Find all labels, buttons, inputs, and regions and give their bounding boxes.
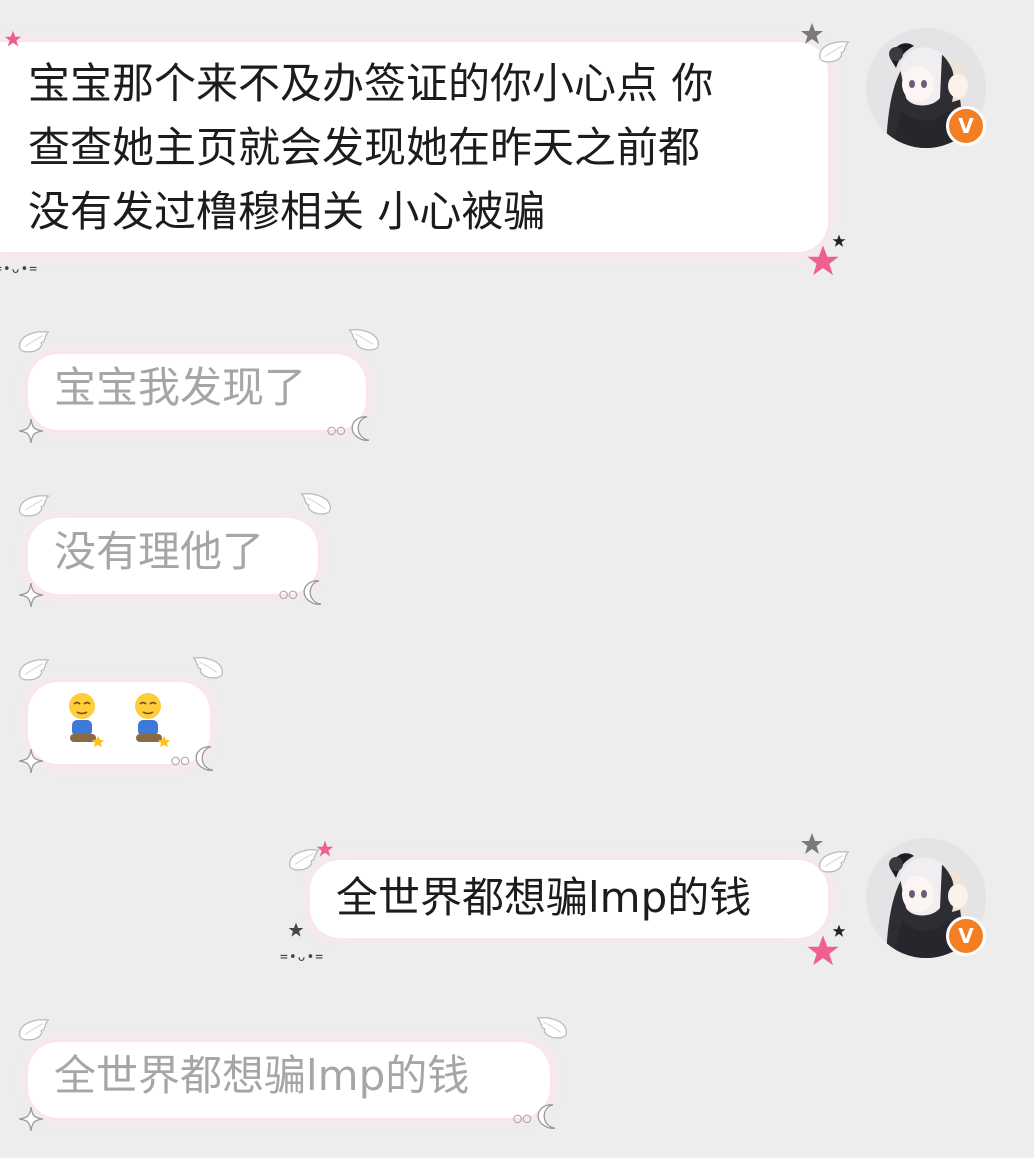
wing-icon [298, 490, 334, 518]
wing-icon [190, 654, 226, 682]
message-bubble[interactable]: 没有理他了 [28, 518, 318, 594]
kneeling-person-emoji-icon [135, 693, 170, 747]
wing-icon [346, 326, 382, 354]
message-bubble[interactable]: 宝宝我发现了 [28, 354, 366, 430]
message-text: 宝宝我发现了 [54, 363, 307, 412]
pink-star-icon [4, 30, 22, 48]
verified-badge-icon: V [946, 106, 986, 146]
wing-icon [16, 1016, 52, 1044]
pink-star-icon [806, 244, 840, 278]
verified-badge-icon: V [946, 916, 986, 956]
sparkle-icon [18, 418, 44, 444]
message-bubble[interactable]: 宝宝那个来不及办签证的你小心点 你 查查她主页就会发现她在昨天之前都 没有发过橹… [0, 42, 828, 252]
message-text-line: 查查她主页就会发现她在昨天之前都 [28, 123, 701, 172]
kneeling-person-emoji-icon [69, 693, 104, 747]
black-star-icon [832, 234, 846, 248]
moon-icon [326, 414, 382, 444]
pink-star-icon [806, 934, 840, 968]
wing-icon [16, 656, 52, 684]
wing-icon [534, 1014, 570, 1042]
sparkle-icon [18, 1106, 44, 1132]
kaomoji-decoration: =•ᴗ•= [280, 950, 325, 965]
wing-icon [16, 492, 52, 520]
sparkle-icon [18, 582, 44, 608]
kaomoji-decoration: =•ᴗ•= [0, 262, 39, 277]
message-text: 没有理他了 [54, 527, 265, 576]
wing-icon [816, 848, 852, 876]
message-text: 全世界都想骗lmp的钱 [54, 1051, 470, 1100]
message-text: 全世界都想骗lmp的钱 [336, 873, 752, 922]
message-bubble[interactable]: 全世界都想骗lmp的钱 [310, 860, 828, 938]
moon-icon [170, 744, 226, 774]
pink-star-icon [316, 840, 334, 858]
message-text-line: 没有发过橹穆相关 小心被骗 [28, 187, 546, 236]
moon-icon [278, 578, 334, 608]
sparkle-icon [18, 748, 44, 774]
message-text-line: 宝宝那个来不及办签证的你小心点 你 [28, 59, 714, 108]
moon-icon [512, 1102, 568, 1132]
black-star-icon [832, 924, 846, 938]
black-star-icon [288, 922, 304, 938]
wing-icon [816, 38, 852, 66]
message-bubble[interactable]: 全世界都想骗lmp的钱 [28, 1042, 550, 1118]
wing-icon [16, 328, 52, 356]
